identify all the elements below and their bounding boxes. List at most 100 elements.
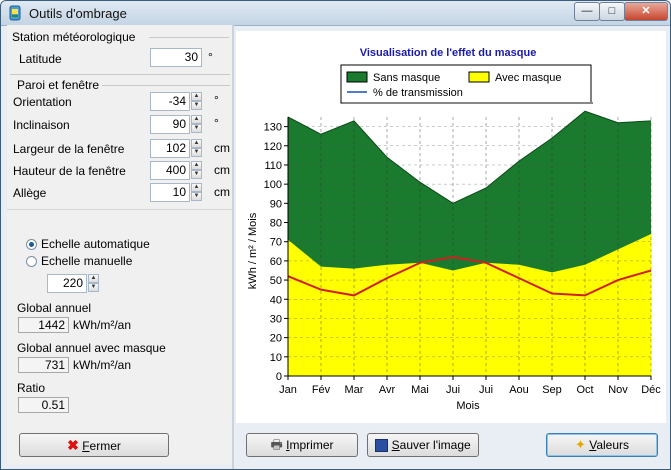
group-divider — [149, 37, 229, 38]
fermer-label: ermer — [89, 439, 121, 453]
y-tick-label: 100 — [264, 179, 282, 191]
sparkle-icon: ✦ — [574, 437, 586, 452]
y-tick-label: 70 — [270, 237, 282, 249]
allege-stepper[interactable]: ▲ ▼ — [191, 183, 202, 202]
chart-panel: Visualisation de l'effet du masque Sans … — [236, 31, 666, 423]
y-tick-label: 30 — [270, 313, 282, 325]
spin-down-icon[interactable]: ▼ — [88, 283, 99, 292]
spin-up-icon[interactable]: ▲ — [191, 139, 202, 148]
inclinaison-label: Inclinaison — [13, 118, 70, 132]
auto-scale-label[interactable]: Echelle automatique — [41, 237, 150, 251]
orientation-stepper[interactable]: ▲ ▼ — [191, 92, 202, 111]
latitude-unit: ° — [208, 50, 213, 64]
title-bar: Outils d'ombrage — □ ✕ — [1, 1, 670, 26]
largeur-stepper[interactable]: ▲ ▼ — [191, 139, 202, 158]
x-tick-label: Mar — [345, 384, 364, 396]
close-icon: ✕ — [641, 5, 651, 17]
largeur-unit: cm — [214, 141, 230, 155]
spin-down-icon[interactable]: ▼ — [191, 148, 202, 157]
largeur-label: Largeur de la fenêtre — [13, 142, 125, 156]
hauteur-label: Hauteur de la fenêtre — [13, 164, 126, 178]
y-tick-label: 10 — [270, 352, 282, 364]
fermer-mnemonic: F — [82, 439, 90, 453]
spin-down-icon[interactable]: ▼ — [191, 170, 202, 179]
auto-scale-radio[interactable] — [26, 239, 37, 250]
shading-chart: Visualisation de l'effet du masque Sans … — [247, 47, 661, 412]
legend-label-transmission: % de transmission — [373, 87, 463, 99]
ratio-label: Ratio — [17, 381, 46, 395]
legend-label-sans: Sans masque — [373, 72, 440, 84]
allege-unit: cm — [214, 185, 230, 199]
x-tick-label: Déc — [641, 384, 661, 396]
x-tick-label: Jui — [446, 384, 460, 396]
imprimer-button[interactable]: 🖶 Imprimer — [246, 433, 358, 457]
y-axis-label: kWh / m² / Mois — [247, 212, 259, 289]
manual-scale-radio[interactable] — [26, 256, 37, 267]
y-tick-label: 60 — [270, 256, 282, 268]
inclinaison-stepper[interactable]: ▲ ▼ — [191, 115, 202, 134]
printer-icon: 🖶 — [270, 437, 283, 452]
spin-up-icon[interactable]: ▲ — [191, 161, 202, 170]
maximize-button[interactable]: □ — [599, 2, 625, 21]
legend-label-avec: Avec masque — [495, 72, 561, 84]
manual-scale-label[interactable]: Echelle manuelle — [41, 254, 132, 268]
manual-scale-stepper[interactable]: ▲ ▼ — [88, 274, 99, 293]
section-divider — [7, 209, 232, 210]
hauteur-unit: cm — [214, 163, 230, 177]
orientation-label: Orientation — [13, 95, 72, 109]
inclinaison-unit: ° — [214, 116, 219, 130]
imprimer-label: mprimer — [289, 438, 334, 452]
spin-up-icon[interactable]: ▲ — [191, 92, 202, 101]
spin-up-icon[interactable]: ▲ — [88, 274, 99, 283]
x-tick-label: Jan — [279, 384, 297, 396]
spin-down-icon[interactable]: ▼ — [191, 192, 202, 201]
legend-swatch-sans — [346, 71, 368, 83]
x-tick-label: Nov — [608, 384, 628, 396]
y-tick-label: 110 — [264, 160, 282, 172]
latitude-field[interactable]: 30 — [150, 48, 202, 67]
settings-panel: Station météorologique Latitude 30 ° Par… — [7, 25, 232, 465]
x-tick-label: Avr — [379, 384, 396, 396]
x-tick-label: Mai — [411, 384, 429, 396]
spin-up-icon[interactable]: ▲ — [191, 115, 202, 124]
global-annuel-label: Global annuel — [17, 301, 92, 315]
y-tick-label: 130 — [264, 122, 282, 134]
global-annuel-value: 1442 — [18, 317, 69, 333]
fermer-button[interactable]: ✖ Fermer — [19, 433, 169, 457]
x-tick-label: Sep — [542, 384, 562, 396]
allege-label: Allège — [13, 186, 47, 200]
orientation-unit: ° — [214, 93, 219, 107]
spin-up-icon[interactable]: ▲ — [191, 183, 202, 192]
manual-scale-field[interactable]: 220 — [47, 274, 87, 293]
minimize-button[interactable]: — — [574, 2, 600, 21]
hauteur-stepper[interactable]: ▲ ▼ — [191, 161, 202, 180]
y-tick-label: 40 — [270, 294, 282, 306]
close-x-icon: ✖ — [67, 437, 79, 453]
largeur-field[interactable]: 102 — [150, 139, 190, 158]
spin-down-icon[interactable]: ▼ — [191, 101, 202, 110]
y-tick-label: 20 — [270, 333, 282, 345]
x-tick-label: Jui — [479, 384, 493, 396]
ratio-value: 0.51 — [18, 397, 69, 413]
hauteur-field[interactable]: 400 — [150, 161, 190, 180]
sauver-label: auver l'image — [399, 438, 471, 452]
save-disk-icon — [375, 439, 389, 453]
app-icon — [9, 5, 21, 21]
global-masque-label: Global annuel avec masque — [17, 341, 166, 355]
group-divider — [10, 74, 230, 75]
inclinaison-field[interactable]: 90 — [150, 115, 190, 134]
allege-field[interactable]: 10 — [150, 183, 190, 202]
latitude-label: Latitude — [19, 52, 62, 66]
legend-swatch-avec — [468, 71, 490, 83]
valeurs-button[interactable]: ✦ Valeurs — [546, 433, 658, 457]
chart-title: Visualisation de l'effet du masque — [360, 47, 537, 59]
sauver-image-button[interactable]: Sauver l'image — [367, 433, 479, 457]
close-button[interactable]: ✕ — [624, 2, 668, 21]
meteo-group-label: Station météorologique — [12, 30, 136, 44]
y-tick-label: 0 — [276, 371, 282, 383]
orientation-field[interactable]: -34 — [150, 92, 190, 111]
y-tick-label: 120 — [264, 141, 282, 153]
spin-down-icon[interactable]: ▼ — [191, 124, 202, 133]
global-annuel-unit: kWh/m²/an — [73, 318, 132, 332]
main-window: Outils d'ombrage — □ ✕ Station météorolo… — [0, 0, 671, 470]
